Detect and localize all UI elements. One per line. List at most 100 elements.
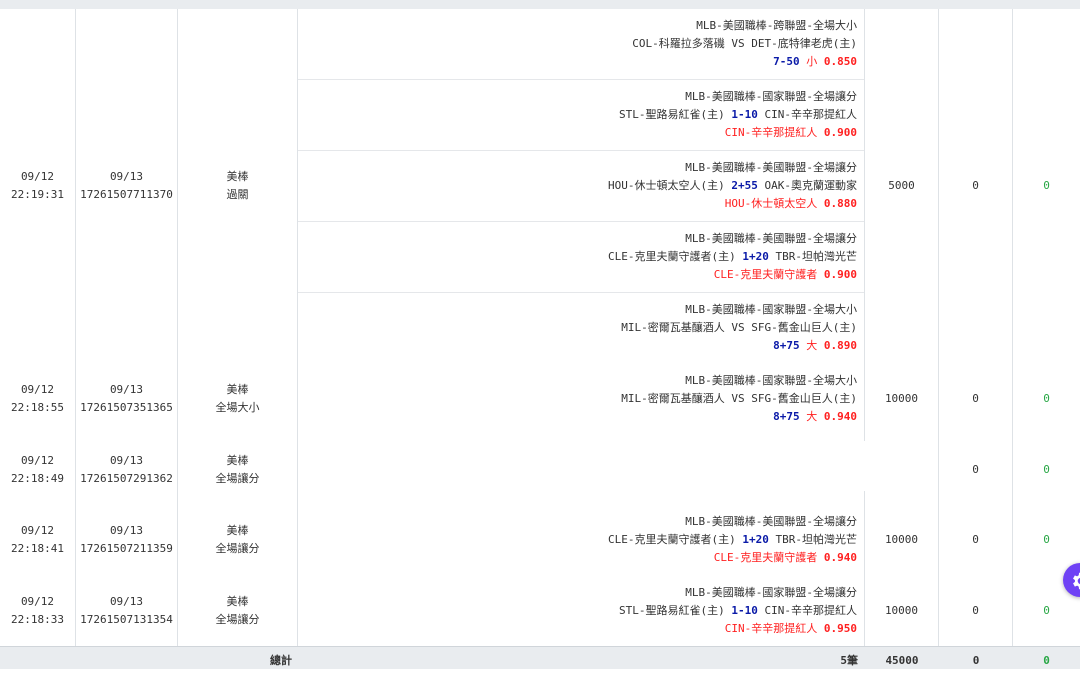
pick-line: CIN-辛辛那提紅人 0.900 [725, 124, 857, 142]
order-cell: 09/13 17261507711370 [76, 9, 178, 363]
bet-time: 22:18:55 [11, 400, 64, 414]
league-name: MLB-美國職棒-國家聯盟-全場讓分 [685, 585, 857, 599]
bet-type: 全場讓分 [215, 471, 260, 485]
totals-result: 0 [1043, 654, 1050, 667]
bet-date: 09/12 [20, 594, 55, 608]
win-amount-cell: 0 [939, 434, 1013, 505]
stake-amount: 10000 [884, 603, 919, 617]
order-id: 17261507211359 [80, 542, 173, 555]
matchup: MIL-密爾瓦基釀酒人 VS SFG-舊金山巨人(主) [621, 390, 857, 408]
pick-line: 8+75 大 0.940 [773, 408, 857, 426]
matchup: STL-聖路易紅雀(主) 1-10 CIN-辛辛那提紅人 [619, 106, 857, 124]
pick-line-handicap: 8+75 [773, 339, 800, 352]
result-value: 0 [1043, 179, 1050, 192]
matchup: CLE-克里夫蘭守護者(主) 1+20 TBR-坦帕灣光芒 [608, 531, 857, 549]
stake-amount-cell: 10000 [865, 575, 939, 646]
bet-item: MLB-美國職棒-國家聯盟-全場大小 MIL-密爾瓦基釀酒人 VS SFG-舊金山… [298, 363, 864, 434]
win-amount: 0 [972, 533, 979, 546]
handicap: 1+20 [742, 533, 769, 546]
result-value: 0 [1043, 603, 1050, 617]
team-a: HOU-休士頓太空人(主) [608, 179, 725, 192]
league-name: MLB-美國職棒-國家聯盟-全場大小 [685, 303, 857, 316]
win-amount-cell: 0 [939, 505, 1013, 575]
bet-time: 22:19:31 [11, 188, 64, 201]
stake-amount-cell: 5000 [865, 9, 939, 363]
matchup: HOU-休士頓太空人(主) 2+55 OAK-奧克蘭運動家 [608, 177, 857, 195]
odds-value: 0.940 [823, 409, 857, 423]
league-name: MLB-美國職棒-國家聯盟-全場大小 [685, 373, 857, 387]
bet-item: MLB-美國職棒-國家聯盟-全場讓分 STL-聖路易紅雀(主) 1-10 CIN-… [298, 80, 864, 151]
pick-line: HOU-休士頓太空人 0.880 [725, 195, 857, 213]
table-row: 09/12 22:18:33 09/13 17261507131354 美棒 全場讓分 ML… [0, 575, 1080, 647]
settle-date: 09/13 [109, 453, 144, 467]
odds-value: 0.880 [823, 197, 857, 210]
matchup: CLE-克里夫蘭守護者(主) 1+20 TBR-坦帕灣光芒 [608, 248, 857, 266]
bet-time-cell: 09/12 22:19:31 [0, 9, 76, 363]
team-b: CIN-辛辛那提紅人 [764, 603, 858, 617]
team-a: CLE-克里夫蘭守護者(主) [608, 250, 736, 263]
bet-item: MLB-美國職棒-美國聯盟-全場讓分 CLE-克里夫蘭守護者(主) 1+20 TB… [298, 505, 864, 575]
bet-detail-cell: MLB-美國職棒-國家聯盟-全場讓分 STL-聖路易紅雀(主) 1-10 CIN-… [298, 575, 865, 646]
bet-time-cell: 09/12 22:18:41 [0, 505, 76, 575]
order-cell: 09/13 17261507291362 [76, 434, 178, 505]
settle-date: 09/13 [109, 594, 144, 608]
bet-detail-cell: MLB-美國職棒-國家聯盟-全場大小 MIL-密爾瓦基釀酒人 VS SFG-舊金山… [298, 363, 865, 434]
order-id: 17261507291362 [80, 471, 173, 485]
bet-date: 09/12 [20, 524, 55, 537]
result-value: 0 [1043, 533, 1050, 546]
pick-selection: 小 [806, 55, 818, 68]
stake-amount: 5000 [888, 179, 915, 192]
pick-selection: CLE-克里夫蘭守護者 [713, 268, 818, 281]
team-b: CIN-辛辛那提紅人 [764, 108, 858, 121]
bet-detail-cell: MLB-美國職棒-美國聯盟-全場讓分 CLE-克里夫蘭守護者(主) 1+20 TB… [298, 505, 865, 575]
bet-time: 22:18:41 [11, 542, 64, 555]
stake-amount-cell: 10000 [865, 505, 939, 575]
settle-date: 09/13 [109, 170, 144, 183]
pick-selection: CIN-辛辛那提紅人 [724, 621, 818, 635]
pick-line: 8+75 大 0.890 [773, 337, 857, 355]
bet-item: MLB-美國職棒-跨聯盟-全場大小 COL-科羅拉多落磯 VS DET-底特律老虎… [298, 9, 864, 80]
handicap: VS [731, 391, 745, 405]
bet-item: MLB-美國職棒-國家聯盟-全場大小 MIL-密爾瓦基釀酒人 VS SFG-舊金山… [298, 293, 864, 363]
sport-name: 美棒 [226, 594, 249, 608]
table-row: 09/12 22:19:31 09/13 17261507711370 美棒 過關 MLB-… [0, 9, 1080, 364]
odds-value: 0.850 [823, 55, 857, 68]
pick-line: 7-50 小 0.850 [773, 53, 857, 71]
team-b: DET-底特律老虎(主) [751, 37, 857, 50]
team-b: SFG-舊金山巨人(主) [751, 321, 857, 334]
odds-value: 0.940 [823, 551, 857, 564]
pick-selection: 大 [806, 409, 818, 423]
win-amount: 0 [972, 179, 979, 192]
team-a: COL-科羅拉多落磯 [632, 37, 725, 50]
bet-type-cell: 美棒 全場讓分 [178, 434, 298, 505]
pick-line: CLE-克里夫蘭守護者 0.900 [714, 266, 857, 284]
pick-line-handicap: 8+75 [773, 409, 800, 423]
bet-type-cell: 美棒 全場大小 [178, 363, 298, 434]
league-name: MLB-美國職棒-美國聯盟-全場讓分 [685, 161, 857, 174]
pick-line-handicap: 7-50 [773, 55, 800, 68]
sport-name: 美棒 [226, 382, 249, 396]
win-amount-cell: 0 [939, 9, 1013, 363]
odds-value: 0.900 [823, 268, 857, 281]
bet-type: 過關 [226, 188, 249, 201]
matchup: MIL-密爾瓦基釀酒人 VS SFG-舊金山巨人(主) [621, 319, 857, 337]
order-id: 17261507351365 [80, 400, 173, 414]
bet-type-cell: 美棒 全場讓分 [178, 505, 298, 575]
bet-date: 09/12 [20, 453, 55, 467]
team-a: STL-聖路易紅雀(主) [619, 603, 725, 617]
team-b: OAK-奧克蘭運動家 [764, 179, 858, 192]
pick-selection: HOU-休士頓太空人 [724, 197, 818, 210]
handicap: VS [731, 37, 745, 50]
sport-name: 美棒 [226, 453, 249, 467]
bet-time-cell: 09/12 22:18:55 [0, 363, 76, 434]
bet-type-cell: 美棒 過關 [178, 9, 298, 363]
win-amount: 0 [972, 391, 979, 405]
bet-date: 09/12 [20, 382, 55, 396]
pick-selection: CLE-克里夫蘭守護者 [713, 551, 818, 564]
matchup: STL-聖路易紅雀(主) 1-10 CIN-辛辛那提紅人 [619, 602, 857, 620]
totals-amount: 45000 [885, 654, 919, 667]
bet-type: 全場讓分 [215, 542, 260, 555]
team-b: SFG-舊金山巨人(主) [751, 391, 857, 405]
handicap: 2+55 [731, 179, 758, 192]
sport-name: 美棒 [226, 170, 249, 183]
